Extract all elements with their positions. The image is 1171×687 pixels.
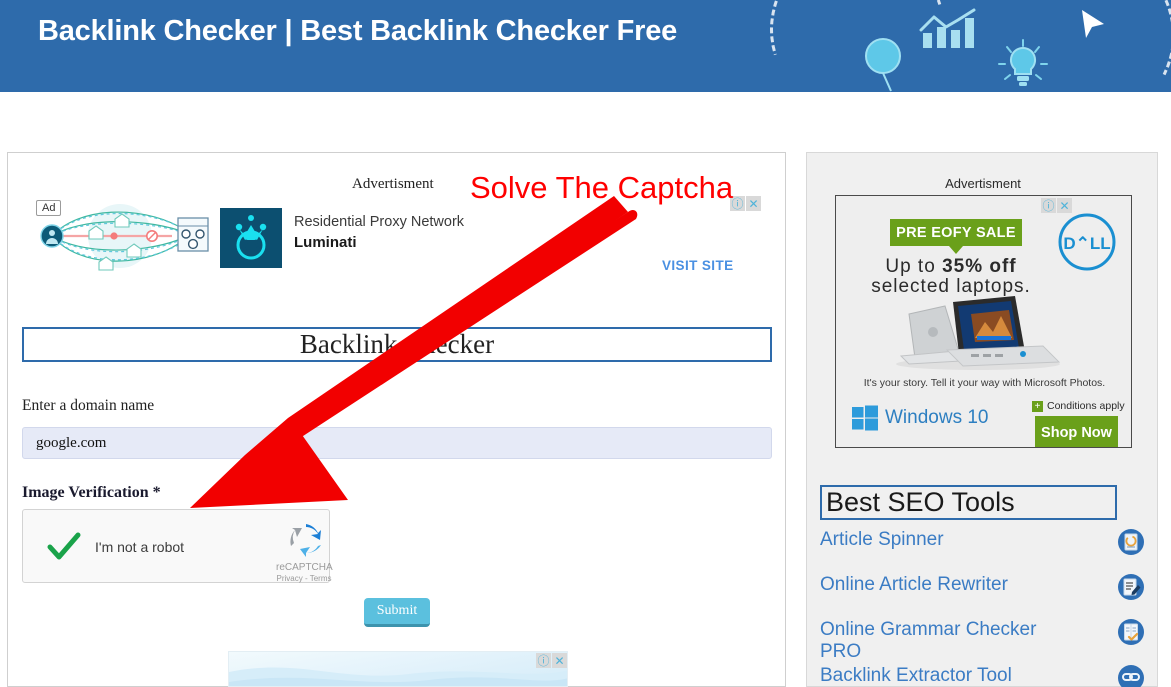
ad-close-icon[interactable]: ✕ xyxy=(1057,198,1072,213)
domain-input-label: Enter a domain name xyxy=(22,397,155,414)
cursor-arrow-icon xyxy=(1082,10,1104,38)
annotation-label: Solve The Captcha xyxy=(470,170,734,205)
recaptcha-logo-icon xyxy=(290,524,321,557)
domain-input[interactable] xyxy=(22,427,772,459)
recaptcha-legal-links[interactable]: Privacy - Terms xyxy=(272,574,336,583)
tool-label[interactable]: Online Article Rewriter xyxy=(820,572,1008,596)
grammar-checker-icon xyxy=(1118,619,1144,645)
backlink-extractor-icon xyxy=(1118,665,1144,687)
luminati-mascot-icon xyxy=(235,215,267,260)
bottom-ad-banner[interactable] xyxy=(228,651,568,687)
sidebar-item-online-grammar-checker-pro[interactable]: Online Grammar Checker PRO xyxy=(820,617,1144,663)
submit-button[interactable]: Submit xyxy=(364,598,430,627)
adchoices-controls-inline[interactable]: ⓘ ✕ xyxy=(730,196,761,211)
ad-brand-name: Luminati xyxy=(294,234,357,251)
tool-title: Backlink Checker xyxy=(299,329,495,359)
dashed-arc-decoration-left xyxy=(739,0,976,92)
recaptcha-label: I'm not a robot xyxy=(95,539,185,555)
article-spinner-icon xyxy=(1118,529,1144,555)
ad-headline-line1: Up to 35% off xyxy=(836,256,1066,278)
ad-close-icon[interactable]: ✕ xyxy=(552,653,567,668)
wave-decoration xyxy=(229,667,567,686)
ad-headline: Residential Proxy Network xyxy=(294,214,465,230)
sidebar-item-article-spinner[interactable]: Article Spinner xyxy=(820,527,1144,572)
windows-logo-group: Windows 10 xyxy=(852,405,989,431)
tool-label[interactable]: Article Spinner xyxy=(820,527,944,551)
balloon-icon xyxy=(865,38,901,92)
shop-now-button[interactable]: Shop Now xyxy=(1035,416,1118,447)
advertisement-label-left: Advertisment xyxy=(352,176,434,192)
dashed-arc-decoration-right xyxy=(977,0,1171,92)
visit-site-link[interactable]: VISIT SITE xyxy=(662,258,734,273)
lightbulb-icon xyxy=(998,39,1048,86)
conditions-row[interactable]: + Conditions apply xyxy=(1032,400,1125,412)
sale-badge: PRE EOFY SALE xyxy=(890,219,1022,246)
tool-title-box: Backlink Checker xyxy=(22,327,772,362)
laptop-product-image xyxy=(896,296,1061,370)
ad-close-icon[interactable]: ✕ xyxy=(746,196,761,211)
site-header: Backlink Checker | Best Backlink Checker… xyxy=(0,0,1171,92)
seo-tools-header-box: Best SEO Tools xyxy=(820,485,1117,520)
ad-badge: Ad xyxy=(36,200,62,216)
article-rewriter-icon xyxy=(1118,574,1144,600)
page-root: Backlink Checker | Best Backlink Checker… xyxy=(0,0,1171,687)
tool-label[interactable]: Online Grammar Checker PRO xyxy=(820,617,1070,663)
right-sidebar: Advertisment PRE EOFY SALE Up to 35% off… xyxy=(806,152,1158,687)
adchoices-controls-bottom[interactable]: ⓘ ✕ xyxy=(536,653,567,668)
seo-tools-title: Best SEO Tools xyxy=(826,487,1015,517)
ad-caption: It's your story. Tell it your way with M… xyxy=(863,377,1106,389)
luminati-logo xyxy=(220,208,282,268)
windows-logo-icon xyxy=(852,405,878,431)
seo-tools-list: Article Spinner Online Article Rewriter xyxy=(820,527,1144,687)
conditions-label[interactable]: Conditions apply xyxy=(1047,400,1125,412)
ad-info-icon[interactable]: ⓘ xyxy=(536,653,551,668)
checkmark-icon[interactable] xyxy=(47,532,81,562)
ad-info-icon[interactable]: ⓘ xyxy=(1041,198,1056,213)
expand-plus-icon[interactable]: + xyxy=(1032,400,1043,412)
sidebar-item-backlink-extractor-tool[interactable]: Backlink Extractor Tool xyxy=(820,663,1144,687)
headline-prefix: Up to xyxy=(885,256,943,277)
dell-logo-icon: D⌃LL xyxy=(1058,213,1116,271)
sidebar-item-online-article-rewriter[interactable]: Online Article Rewriter xyxy=(820,572,1144,617)
windows-version-label: Windows 10 xyxy=(885,407,989,428)
adchoices-controls-dell[interactable]: ⓘ ✕ xyxy=(1041,198,1072,213)
headline-discount: 35% off xyxy=(942,256,1017,277)
image-verification-label: Image Verification * xyxy=(22,484,161,501)
page-title: Backlink Checker | Best Backlink Checker… xyxy=(38,15,678,47)
recaptcha-widget[interactable]: I'm not a robot reCAPTCHA Privacy - Term… xyxy=(22,509,333,583)
sale-badge-tail xyxy=(949,246,963,254)
advertisement-label-right: Advertisment xyxy=(945,176,1021,191)
tool-label[interactable]: Backlink Extractor Tool xyxy=(820,663,1012,687)
bar-chart-icon xyxy=(919,8,976,48)
luminati-ad-text: Residential Proxy Network Luminati xyxy=(294,212,534,254)
svg-text:D⌃LL: D⌃LL xyxy=(1063,234,1110,253)
dell-ad-banner[interactable]: PRE EOFY SALE Up to 35% off selected lap… xyxy=(835,195,1132,448)
recaptcha-brand: reCAPTCHA xyxy=(276,562,333,573)
